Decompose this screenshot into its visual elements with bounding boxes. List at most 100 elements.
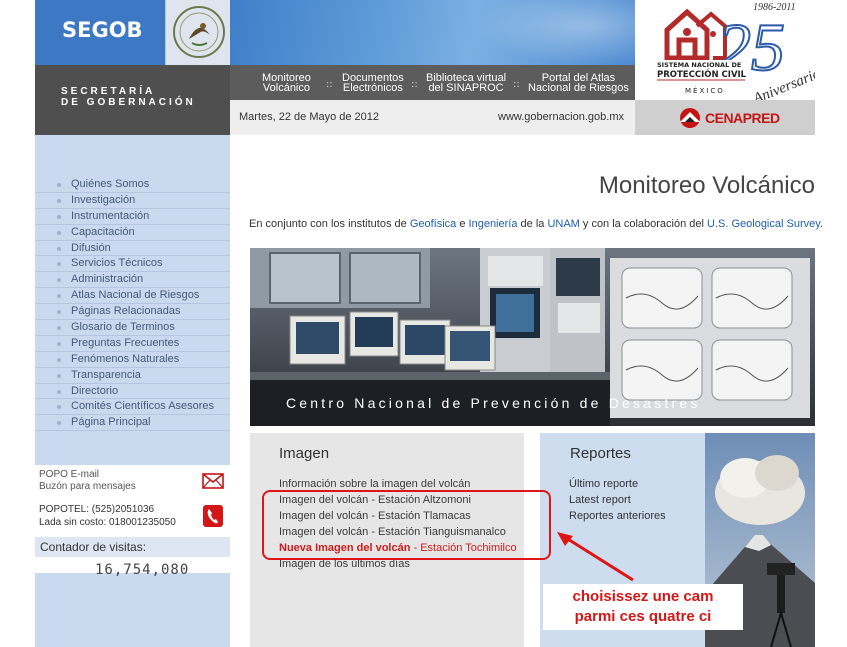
buzon-label: Buzón para mensajes — [39, 481, 136, 492]
hero-caption: Centro Nacional de Prevención de Desastr… — [286, 395, 701, 411]
bullet-icon — [57, 326, 61, 331]
intro-fragment: . — [819, 218, 823, 230]
sidebar-item-preguntas-frecuentes[interactable]: Preguntas Frecuentes — [35, 336, 230, 352]
sidebar-item-servicios-tecnicos[interactable]: Servicios Técnicos — [35, 256, 230, 273]
sidebar-item-glosario[interactable]: Glosario de Terminos — [35, 320, 230, 336]
bullet-icon — [57, 246, 61, 251]
bullet-icon — [57, 183, 61, 187]
sidebar-footer — [35, 595, 230, 647]
sidebar-item-label: Preguntas Frecuentes — [71, 336, 180, 349]
bullet-icon — [57, 341, 61, 346]
reportes-links: Último reporte Latest report Reportes an… — [569, 476, 666, 524]
intro-fragment: e — [456, 218, 469, 230]
link-ultimo-reporte[interactable]: Último reporte — [569, 476, 666, 492]
sidebar-item-label: Administración — [71, 273, 144, 286]
sidebar-item-atlas-nacional[interactable]: Atlas Nacional de Riesgos — [35, 288, 230, 305]
sidebar-item-label: Fenómenos Naturales — [71, 352, 180, 365]
lada-label: Lada sin costo: 018001235050 — [39, 517, 176, 528]
bullet-icon — [57, 405, 61, 410]
proteccion-civil-25-icon: 25 1986-2011 Aniversario SISTEMA NACIONA… — [655, 2, 823, 108]
sidebar-item-fenomenos-naturales[interactable]: Fenómenos Naturales — [35, 352, 230, 368]
segob-logo: SEGOB — [62, 18, 143, 42]
sidebar-item-comites-cientificos[interactable]: Comités Científicos Asesores — [35, 399, 230, 416]
cenapred-banner[interactable]: CENAPRED — [635, 100, 815, 135]
bullet-icon — [57, 421, 61, 426]
nav-separator: :: — [326, 79, 333, 90]
link-usgs[interactable]: U.S. Geological Survey — [707, 218, 820, 230]
proteccion-civil-logo[interactable]: 25 1986-2011 Aniversario SISTEMA NACIONA… — [635, 0, 823, 108]
sidebar-item-label: Glosario de Terminos — [71, 321, 175, 334]
nav-documentos-electronicos[interactable]: Documentos Electrónicos — [342, 73, 404, 94]
pc-line1: SISTEMA NACIONAL DE — [657, 61, 741, 69]
secretaria-line-1: SECRETARÍA — [61, 86, 156, 97]
nav-separator: :: — [513, 79, 520, 90]
pc-line2: PROTECCIÓN CIVIL — [657, 68, 747, 80]
sidebar-item-label: Servicios Técnicos — [71, 257, 163, 270]
bullet-icon — [57, 389, 61, 394]
sidebar-menu: Quiénes Somos Investigación Instrumentac… — [35, 177, 230, 432]
sidebar-item-quienes-somos[interactable]: Quiénes Somos — [35, 177, 230, 193]
hero-image-control-room: Centro Nacional de Prevención de Desastr… — [250, 248, 815, 426]
header-sky-banner — [230, 0, 635, 65]
popotel-label: POPOTEL: (525)2051036 — [39, 504, 155, 515]
link-ingenieria[interactable]: Ingeniería — [469, 218, 518, 230]
sidebar-item-label: Página Principal — [71, 416, 151, 429]
link-unam[interactable]: UNAM — [547, 218, 579, 230]
current-date: Martes, 22 de Mayo de 2012 — [239, 111, 380, 123]
link-geofisica[interactable]: Geofísica — [410, 218, 456, 230]
nav-label: del SINAPROC — [428, 82, 504, 94]
secretaria-line-2: DE GOBERNACIÓN — [61, 97, 196, 108]
sidebar-item-instrumentacion[interactable]: Instrumentación — [35, 209, 230, 225]
sidebar-item-pagina-principal[interactable]: Página Principal — [35, 415, 230, 432]
sidebar: Quiénes Somos Investigación Instrumentac… — [35, 135, 230, 647]
sidebar-item-administracion[interactable]: Administración — [35, 272, 230, 289]
segob-banner[interactable]: SEGOB — [35, 0, 165, 65]
bullet-icon — [57, 357, 61, 362]
annotation-line-2: parmi ces quatre ci — [574, 608, 712, 625]
sidebar-item-label: Directorio — [71, 384, 119, 397]
sidebar-item-label: Transparencia — [71, 368, 141, 381]
visit-counter-title: Contador de visitas: — [35, 537, 230, 557]
red-arrow-icon — [557, 532, 634, 582]
cenapred-icon — [680, 108, 700, 128]
bullet-icon — [57, 373, 61, 378]
annotation-note: choisissez une cam parmi ces quatre ci — [543, 584, 743, 630]
site-url[interactable]: www.gobernacion.gob.mx — [498, 111, 624, 123]
sidebar-item-label: Capacitación — [71, 225, 135, 238]
nav-monitoreo-volcanico[interactable]: Monitoreo Volcánico — [262, 73, 311, 94]
phone-icon — [203, 505, 223, 527]
sidebar-item-label: Comités Científicos Asesores — [71, 400, 215, 413]
date-bar: Martes, 22 de Mayo de 2012 www.gobernaci… — [230, 100, 635, 135]
popo-email-label: POPO E-mail — [39, 469, 100, 480]
sidebar-item-transparencia[interactable]: Transparencia — [35, 368, 230, 384]
imagen-heading: Imagen — [279, 445, 330, 462]
annotation-line-1: choisissez une cam — [572, 588, 714, 605]
sidebar-item-label: Páginas Relacionadas — [71, 305, 181, 318]
nav-biblioteca-virtual[interactable]: Biblioteca virtual del SINAPROC — [426, 73, 506, 94]
bullet-icon — [57, 262, 61, 267]
sidebar-item-difusion[interactable]: Difusión — [35, 241, 230, 257]
link-latest-report[interactable]: Latest report — [569, 492, 666, 508]
pc-country: MÉXICO — [685, 86, 725, 95]
top-navigation: Monitoreo Volcánico :: Documentos Electr… — [230, 65, 635, 100]
bullet-icon — [57, 310, 61, 315]
sidebar-item-investigacion[interactable]: Investigación — [35, 193, 230, 209]
sidebar-item-label: Investigación — [71, 193, 136, 206]
intro-fragment: y con la colaboración del — [579, 218, 708, 230]
intro-fragment: de la — [517, 218, 548, 230]
popo-email-link[interactable]: POPO E-mail Buzón para mensajes — [39, 469, 136, 493]
sidebar-item-paginas-relacionadas[interactable]: Páginas Relacionadas — [35, 304, 230, 321]
sidebar-item-capacitacion[interactable]: Capacitación — [35, 225, 230, 241]
cenapred-label: CENAPRED — [705, 110, 780, 126]
bullet-icon — [57, 278, 61, 283]
eagle-seal-icon — [173, 6, 225, 58]
mexican-seal — [165, 0, 230, 65]
envelope-icon[interactable] — [202, 473, 224, 489]
link-reportes-anteriores[interactable]: Reportes anteriores — [569, 508, 666, 524]
nav-portal-atlas[interactable]: Portal del Atlas Nacional de Riesgos — [528, 73, 629, 94]
sidebar-item-directorio[interactable]: Directorio — [35, 384, 230, 400]
pc-years: 1986-2011 — [753, 2, 796, 13]
bullet-icon — [57, 294, 61, 299]
page-title: Monitoreo Volcánico — [598, 172, 815, 199]
intro-text: En conjunto con los institutos de Geofís… — [249, 218, 823, 230]
